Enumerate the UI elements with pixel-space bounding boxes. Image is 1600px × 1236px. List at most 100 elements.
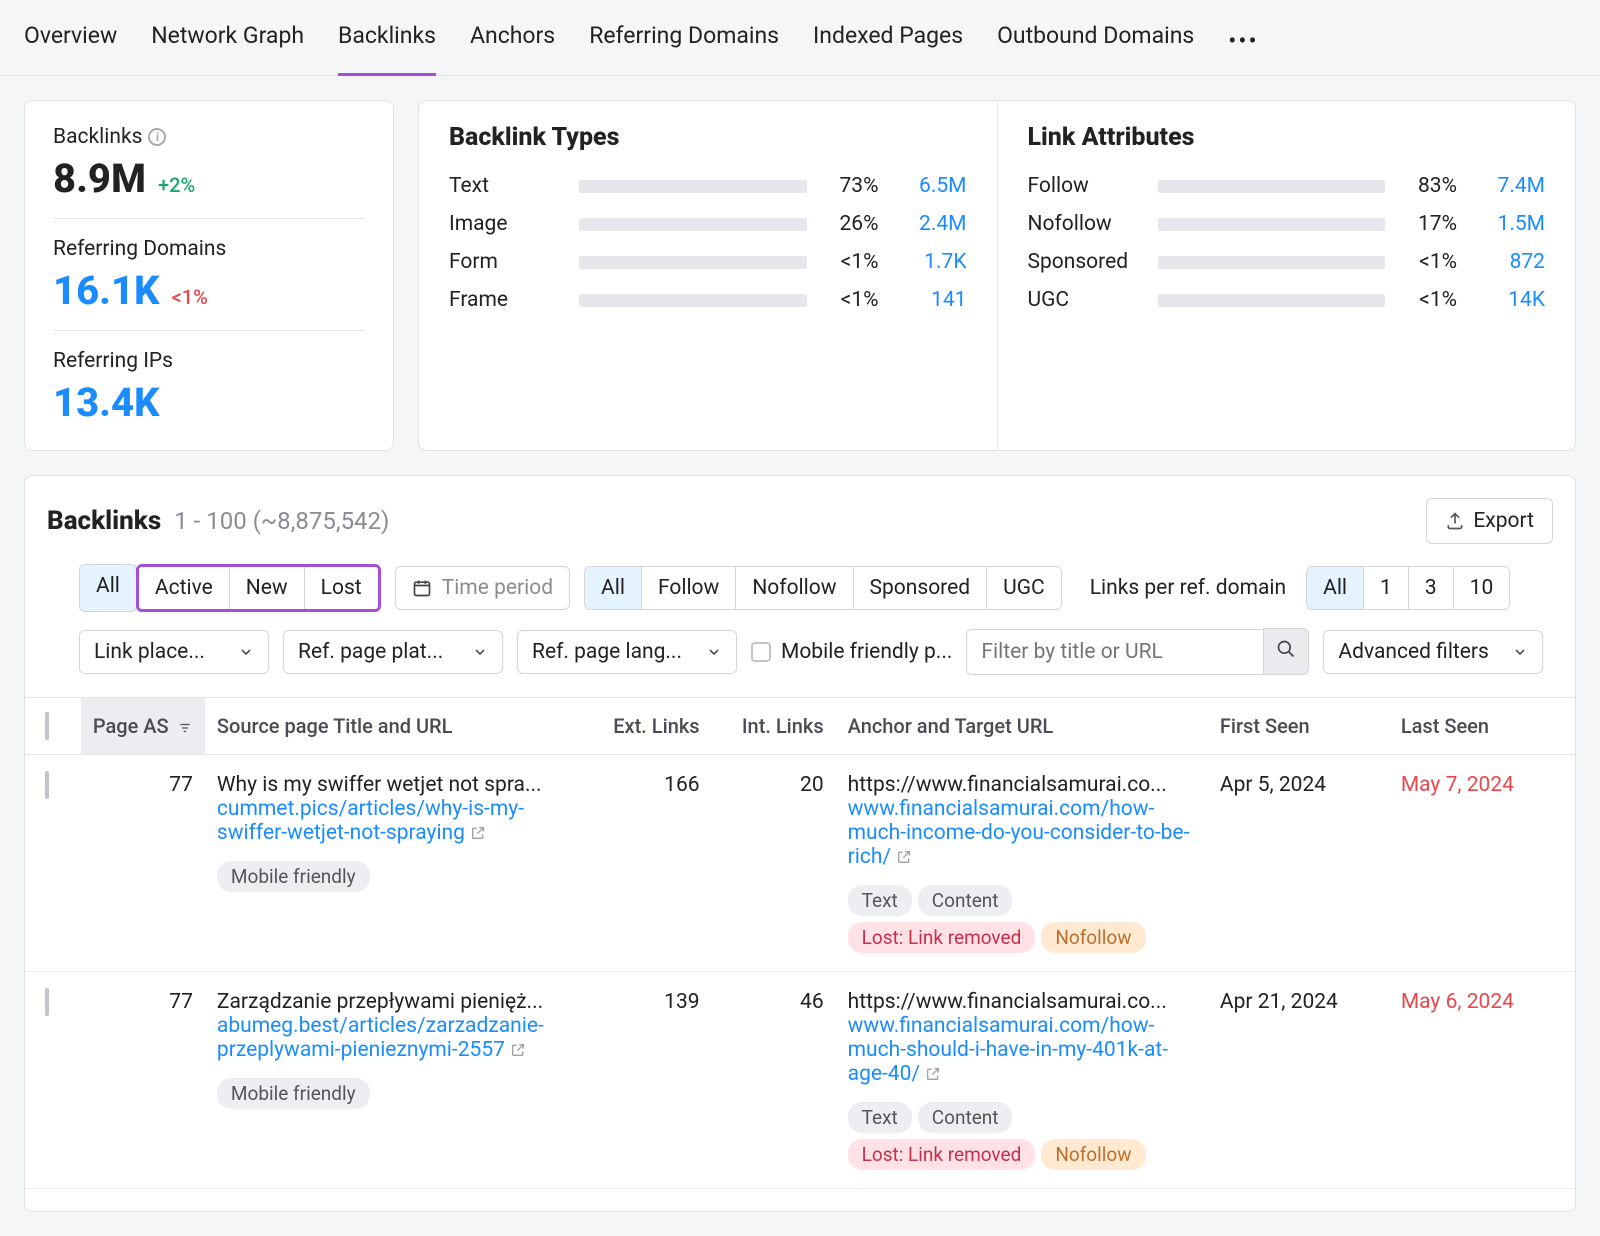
stat-domains-label: Referring Domains (53, 237, 226, 261)
link-placement-dropdown[interactable]: Link place... (79, 630, 269, 674)
nav-tab-backlinks[interactable]: Backlinks (338, 22, 436, 59)
seg-lost[interactable]: Lost (304, 567, 378, 609)
column-header[interactable]: Page AS (81, 698, 205, 755)
nav-tab-outbound-domains[interactable]: Outbound Domains (997, 22, 1194, 59)
summary-row: Backlinks i 8.9M +2% Referring Domains 1… (24, 100, 1576, 451)
cell-source-url[interactable]: abumeg.best/articles/zarzadzanie-przeply… (217, 1014, 576, 1062)
cell-last-seen: May 7, 2024 (1389, 755, 1575, 972)
table-title: Backlinks (47, 506, 161, 536)
select-all-checkbox[interactable] (45, 712, 49, 740)
column-header[interactable]: Source page Title and URL (205, 698, 588, 755)
column-header[interactable]: Ext. Links (587, 698, 711, 755)
search-button[interactable] (1263, 628, 1309, 675)
stat-backlinks-label: Backlinks (53, 125, 142, 149)
bar-row-ugc: UGC<1%14K (1028, 288, 1546, 312)
time-period-label: Time period (442, 576, 553, 600)
mobile-friendly-label: Mobile friendly p... (781, 640, 952, 664)
cell-int-links: 20 (712, 755, 836, 972)
bar-pct: 73% (825, 174, 879, 198)
seg-follow[interactable]: Follow (641, 567, 735, 609)
row-checkbox[interactable] (45, 988, 49, 1016)
bar-pct: <1% (1403, 288, 1457, 312)
cell-int-links: 46 (712, 972, 836, 1189)
stats-card: Backlinks i 8.9M +2% Referring Domains 1… (24, 100, 394, 451)
bar-count[interactable]: 1.5M (1475, 212, 1545, 236)
seg-all[interactable]: All (80, 565, 136, 611)
bar-count[interactable]: 14K (1475, 288, 1545, 312)
column-header[interactable]: First Seen (1208, 698, 1389, 755)
nav-tab-overview[interactable]: Overview (24, 22, 117, 59)
search-input[interactable] (966, 629, 1263, 675)
seg-new[interactable]: New (229, 567, 304, 609)
seg-3[interactable]: 3 (1408, 567, 1453, 609)
column-header[interactable]: Last Seen (1389, 698, 1575, 755)
chevron-down-icon (706, 644, 722, 660)
bar-row-image: Image 26% 2.4M (449, 212, 967, 236)
cell-source-url[interactable]: cummet.pics/articles/why-is-my-swiffer-w… (217, 797, 576, 845)
nav-tab-indexed-pages[interactable]: Indexed Pages (813, 22, 963, 59)
mobile-friendly-checkbox[interactable] (751, 642, 771, 662)
badge-nofollow: Nofollow (1041, 922, 1145, 953)
badge-text: Text (848, 885, 912, 916)
seg-active[interactable]: Active (139, 567, 229, 609)
export-button[interactable]: Export (1426, 498, 1553, 544)
advanced-filters-dropdown[interactable]: Advanced filters (1323, 630, 1543, 674)
column-header[interactable]: Anchor and Target URL (836, 698, 1208, 755)
link-placement-label: Link place... (94, 640, 205, 664)
bar-count[interactable]: 141 (897, 288, 967, 312)
bar-count[interactable]: 1.7K (897, 250, 967, 274)
cell-target-url[interactable]: www.financialsamurai.com/how-much-income… (848, 797, 1196, 869)
seg-sponsored[interactable]: Sponsored (853, 567, 987, 609)
bar-label: Image (449, 212, 561, 236)
dual-card: Backlink Types Text73%6.5MImage26%2.4MFo… (418, 100, 1576, 451)
bar-track (1158, 180, 1386, 193)
info-icon[interactable]: i (148, 128, 166, 146)
seg-1[interactable]: 1 (1363, 567, 1408, 609)
stat-ips: Referring IPs 13.4K (53, 349, 365, 426)
seg-all[interactable]: All (585, 567, 641, 609)
column-header[interactable] (25, 698, 81, 755)
cell-anchor-url: https://www.financialsamurai.co... (848, 990, 1196, 1014)
bar-count[interactable]: 6.5M (897, 174, 967, 198)
column-header[interactable]: Int. Links (712, 698, 836, 755)
bar-pct: 83% (1403, 174, 1457, 198)
bar-label: Form (449, 250, 561, 274)
stat-ips-value[interactable]: 13.4K (53, 379, 160, 426)
cell-anchor-url: https://www.financialsamurai.co... (848, 773, 1196, 797)
cell-source-title: Why is my swiffer wetjet not spra... (217, 773, 576, 797)
nav-tab-referring-domains[interactable]: Referring Domains (589, 22, 779, 59)
bar-track (1158, 294, 1386, 307)
cell-page-as: 77 (81, 755, 205, 972)
search-icon (1276, 639, 1296, 659)
cell-target-url[interactable]: www.financialsamurai.com/how-much-should… (848, 1014, 1196, 1086)
bar-row-frame: Frame<1%141 (449, 288, 967, 312)
bar-count[interactable]: 7.4M (1475, 174, 1545, 198)
backlink-types-title: Backlink Types (449, 123, 967, 152)
nav-more-icon[interactable]: ••• (1228, 27, 1258, 55)
stat-domains-change: <1% (172, 285, 208, 309)
mobile-friendly-filter[interactable]: Mobile friendly p... (751, 640, 952, 664)
bar-pct: 26% (825, 212, 879, 236)
bar-count[interactable]: 2.4M (897, 212, 967, 236)
link-attributes-panel: Link Attributes Follow83%7.4MNofollow17%… (997, 101, 1576, 450)
seg-all[interactable]: All (1307, 567, 1363, 609)
cell-first-seen: Apr 21, 2024 (1208, 972, 1389, 1189)
badge-content: Content (918, 1102, 1013, 1133)
bar-row-form: Form<1%1.7K (449, 250, 967, 274)
badge-mobile-friendly: Mobile friendly (217, 1078, 370, 1109)
ref-platform-dropdown[interactable]: Ref. page plat... (283, 630, 503, 674)
sort-desc-icon (178, 721, 192, 735)
bar-count[interactable]: 872 (1475, 250, 1545, 274)
ref-language-dropdown[interactable]: Ref. page lang... (517, 630, 737, 674)
nav-tab-anchors[interactable]: Anchors (470, 22, 555, 59)
seg-nofollow[interactable]: Nofollow (735, 567, 852, 609)
seg-ugc[interactable]: UGC (986, 567, 1061, 609)
bar-pct: <1% (825, 288, 879, 312)
bar-track (579, 294, 807, 307)
row-checkbox[interactable] (45, 771, 49, 799)
seg-10[interactable]: 10 (1453, 567, 1510, 609)
cell-source-title: Zarządzanie przepływami pienięż... (217, 990, 576, 1014)
stat-domains-value[interactable]: 16.1K (53, 267, 160, 314)
nav-tab-network-graph[interactable]: Network Graph (151, 22, 304, 59)
time-period-button[interactable]: Time period (395, 566, 570, 610)
